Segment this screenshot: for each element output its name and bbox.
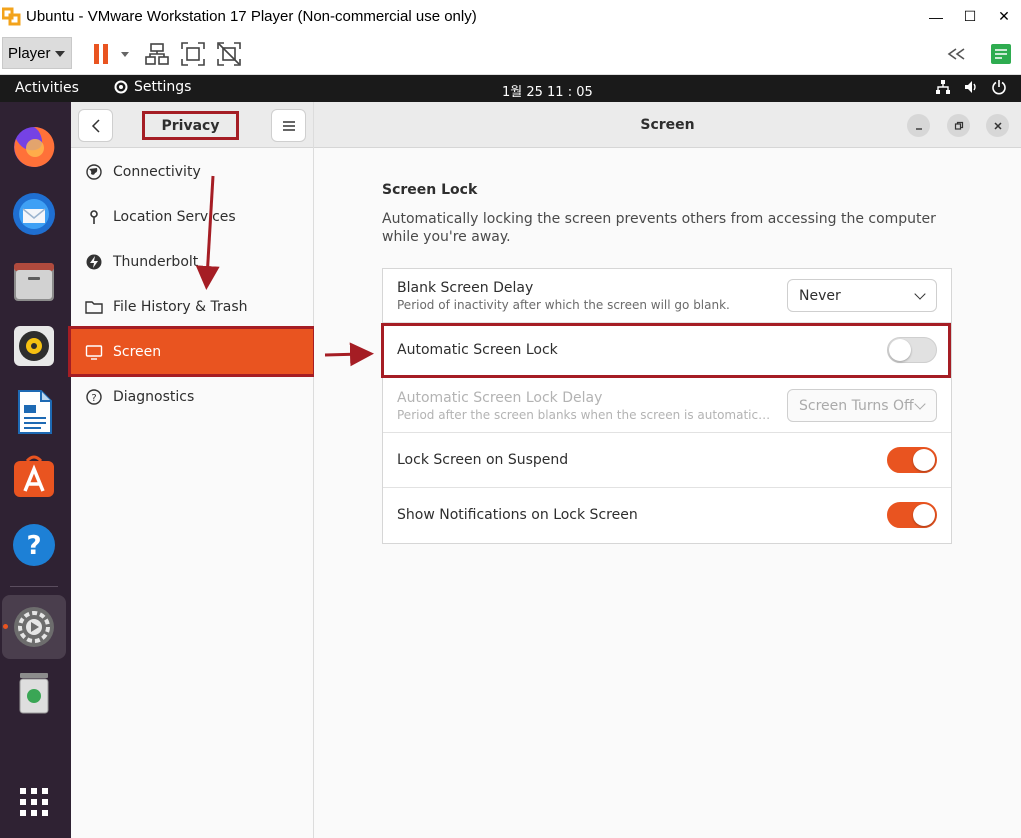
- collapse-toolbar-icon[interactable]: [944, 41, 970, 67]
- minimize-button[interactable]: —: [919, 0, 953, 33]
- row-label: Blank Screen Delay: [397, 280, 534, 296]
- network-devices-icon[interactable]: [144, 41, 170, 67]
- chevron-down-icon: [914, 288, 926, 300]
- show-apps-icon[interactable]: [10, 778, 58, 826]
- thunderbird-icon[interactable]: [10, 190, 58, 238]
- hamburger-icon: [282, 120, 295, 131]
- row-label: Automatic Screen Lock Delay: [397, 390, 603, 406]
- settings-icon[interactable]: [10, 603, 58, 651]
- running-indicator: [3, 624, 8, 629]
- globe-icon: [84, 162, 104, 182]
- sidebar-item-file-history[interactable]: File History & Trash: [71, 284, 313, 329]
- notes-icon[interactable]: [988, 41, 1014, 67]
- chevron-down-icon: [914, 398, 926, 410]
- player-menu-label: Player: [8, 44, 51, 62]
- ubuntu-dock: ?: [0, 102, 71, 838]
- activities-button[interactable]: Activities: [15, 80, 79, 96]
- folder-icon: [84, 297, 104, 317]
- main-header: Screen: [314, 102, 1021, 148]
- power-icon: [992, 80, 1006, 95]
- system-menu[interactable]: [935, 79, 1007, 95]
- screen-lock-settings-list: Blank Screen Delay Period of inactivity …: [381, 268, 952, 544]
- minimize-icon: [915, 127, 922, 130]
- row-show-notifications-lock-screen: Show Notifications on Lock Screen: [383, 488, 951, 543]
- annotation-highlight-screen: [68, 326, 316, 377]
- annotation-highlight-auto-lock: [381, 323, 951, 378]
- vmware-logo-icon: [1, 6, 24, 28]
- svg-text:?: ?: [91, 393, 96, 404]
- close-icon: [993, 121, 1002, 130]
- settings-gear-icon: [114, 80, 128, 94]
- lock-screen-on-suspend-toggle[interactable]: [887, 447, 937, 473]
- screen-lock-delay-dropdown[interactable]: Screen Turns Off: [787, 389, 937, 422]
- trash-icon[interactable]: [10, 668, 58, 716]
- dock-separator: [10, 586, 58, 587]
- row-sublabel: Period of inactivity after which the scr…: [397, 298, 730, 312]
- sidebar-item-label: Location Services: [113, 208, 236, 225]
- question-icon: ?: [84, 387, 104, 407]
- fullscreen-icon[interactable]: [180, 41, 206, 67]
- files-icon[interactable]: [10, 257, 58, 305]
- settings-main-panel: Screen Screen Lock Automatically locking…: [314, 102, 1021, 838]
- pause-icon[interactable]: [90, 41, 116, 67]
- player-menu-button[interactable]: Player: [2, 37, 72, 69]
- help-icon[interactable]: ?: [10, 521, 58, 569]
- chevron-left-icon: [91, 118, 100, 133]
- vmware-toolbar: Player: [0, 33, 1021, 75]
- row-label: Show Notifications on Lock Screen: [397, 507, 638, 523]
- row-automatic-screen-lock-delay: Automatic Screen Lock Delay Period after…: [383, 378, 951, 433]
- firefox-icon[interactable]: [10, 123, 58, 171]
- blank-screen-delay-dropdown[interactable]: Never: [787, 279, 937, 312]
- sidebar-item-location-services[interactable]: Location Services: [71, 194, 313, 239]
- sidebar-item-label: Thunderbolt: [113, 253, 199, 270]
- location-pin-icon: [84, 207, 104, 227]
- sidebar-item-label: Diagnostics: [113, 388, 195, 405]
- row-lock-screen-on-suspend: Lock Screen on Suspend: [383, 433, 951, 488]
- unity-mode-icon[interactable]: [216, 41, 242, 67]
- app-menu[interactable]: Settings: [113, 79, 191, 95]
- sidebar-title: Privacy: [142, 111, 239, 140]
- app-center-icon[interactable]: [10, 454, 58, 502]
- dropdown-value: Screen Turns Off: [799, 397, 914, 414]
- gnome-top-bar: Activities Settings 1월 25 11 : 05: [0, 75, 1021, 102]
- row-sublabel: Period after the screen blanks when the …: [397, 408, 773, 422]
- caret-down-icon: [55, 51, 65, 57]
- maximize-button[interactable]: ☐: [953, 0, 987, 33]
- row-blank-screen-delay: Blank Screen Delay Period of inactivity …: [383, 269, 951, 323]
- thunderbolt-icon: [84, 252, 104, 272]
- libreoffice-writer-icon[interactable]: [10, 388, 58, 436]
- sidebar-item-diagnostics[interactable]: ? Diagnostics: [71, 374, 313, 419]
- rhythmbox-icon[interactable]: [10, 322, 58, 370]
- sidebar-item-label: File History & Trash: [113, 298, 248, 315]
- section-description: Automatically locking the screen prevent…: [382, 211, 936, 245]
- sidebar-item-connectivity[interactable]: Connectivity: [71, 149, 313, 194]
- sidebar-header: Privacy: [71, 102, 313, 148]
- window-close-button[interactable]: [986, 114, 1009, 137]
- back-button[interactable]: [78, 109, 113, 142]
- hamburger-menu-button[interactable]: [271, 109, 306, 142]
- clock[interactable]: 1월 25 11 : 05: [502, 81, 593, 100]
- network-icon: [936, 80, 950, 94]
- show-notifications-toggle[interactable]: [887, 502, 937, 528]
- window-minimize-button[interactable]: [907, 114, 930, 137]
- close-button[interactable]: ✕: [987, 0, 1021, 33]
- sidebar-item-label: Connectivity: [113, 163, 201, 180]
- row-label: Lock Screen on Suspend: [397, 452, 569, 468]
- dropdown-value: Never: [799, 287, 841, 304]
- settings-sidebar: Privacy Connectivity Location Services T…: [68, 102, 316, 838]
- section-title: Screen Lock: [382, 182, 478, 198]
- vmware-title-bar: Ubuntu - VMware Workstation 17 Player (N…: [0, 0, 1021, 33]
- sidebar-item-thunderbolt[interactable]: Thunderbolt: [71, 239, 313, 284]
- app-menu-label: Settings: [134, 79, 192, 95]
- svg-text:?: ?: [26, 531, 41, 561]
- pause-dropdown-icon[interactable]: [118, 41, 132, 67]
- volume-icon: [965, 81, 976, 93]
- restore-icon: [954, 121, 963, 130]
- window-title: Ubuntu - VMware Workstation 17 Player (N…: [26, 8, 477, 25]
- window-restore-button[interactable]: [947, 114, 970, 137]
